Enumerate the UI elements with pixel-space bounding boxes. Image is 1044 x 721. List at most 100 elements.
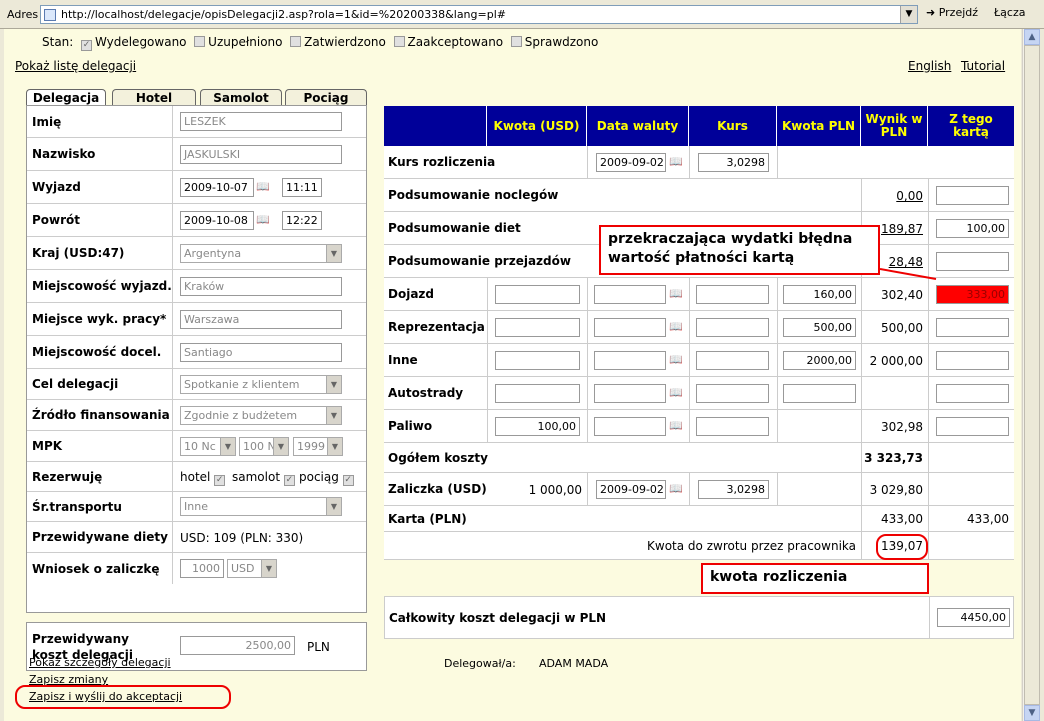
rezerwuje-hotel[interactable]: hotel ✓ xyxy=(180,470,228,486)
inne-rate-input[interactable] xyxy=(696,351,769,370)
calendar-icon[interactable]: 📖 xyxy=(256,180,270,193)
dojazd-karta-input-error[interactable]: 333,00 xyxy=(936,285,1009,304)
mpk-select-2[interactable]: 100 N ▼ xyxy=(239,437,289,456)
dojazd-rate-input[interactable] xyxy=(696,285,769,304)
tutorial-link[interactable]: Tutorial xyxy=(961,59,1005,73)
chevron-down-icon: ▼ xyxy=(327,438,342,455)
calendar-icon[interactable]: 📖 xyxy=(669,287,683,300)
repr-usd-input[interactable] xyxy=(495,318,580,337)
row-karta-pln: Karta (PLN) 433,00 433,00 xyxy=(384,506,1014,532)
row-reprezentacja: Reprezentacja 📖 500,00 500,00 xyxy=(384,311,1014,344)
rezerwuje-pociag[interactable]: pociąg ✓ xyxy=(299,470,357,486)
repr-rate-input[interactable] xyxy=(696,318,769,337)
calendar-icon[interactable]: 📖 xyxy=(669,320,683,333)
diety-label: Podsumowanie diet xyxy=(388,221,521,235)
calendar-icon[interactable]: 📖 xyxy=(669,386,683,399)
repr-pln-input[interactable]: 500,00 xyxy=(783,318,856,337)
mpk-select-1[interactable]: 10 Nc ▼ xyxy=(180,437,236,456)
imie-input[interactable]: LESZEK xyxy=(180,112,342,131)
header-wynik: Wynik w PLN xyxy=(861,106,928,146)
noclegi-wynik-link[interactable]: 0,00 xyxy=(896,189,923,203)
inne-usd-input[interactable] xyxy=(495,351,580,370)
kurs-rozliczenia-rate-input[interactable]: 3,0298 xyxy=(698,153,769,172)
wyjazd-time-input[interactable]: 11:11 xyxy=(282,178,322,197)
show-details-link[interactable]: Pokaż szczegóły delegacji xyxy=(29,656,171,669)
calendar-icon[interactable]: 📖 xyxy=(669,353,683,366)
calkowity-input[interactable]: 4450,00 xyxy=(937,608,1010,627)
zaliczka-date-input[interactable]: 2009-09-02 xyxy=(596,480,666,499)
transport-select[interactable]: Inne ▼ xyxy=(180,497,342,516)
miejsc-wyjazdu-input[interactable]: Kraków xyxy=(180,277,342,296)
kraj-select[interactable]: Argentyna ▼ xyxy=(180,244,342,263)
rezerwuje-samolot[interactable]: samolot ✓ xyxy=(232,470,298,486)
calendar-icon[interactable]: 📖 xyxy=(256,213,270,226)
wyjazd-date-input[interactable]: 2009-10-07 xyxy=(180,178,254,197)
scrollbar-thumb[interactable] xyxy=(1024,45,1040,705)
dojazd-date-input[interactable] xyxy=(594,285,666,304)
zrodlo-select[interactable]: Zgodnie z budżetem ▼ xyxy=(180,406,342,425)
calkowity-label: Całkowity koszt delegacji w PLN xyxy=(389,610,607,625)
powrot-date-input[interactable]: 2009-10-08 xyxy=(180,211,254,230)
repr-wynik: 500,00 xyxy=(881,321,923,335)
paliwo-label: Paliwo xyxy=(388,419,433,433)
calendar-icon[interactable]: 📖 xyxy=(669,155,683,168)
chevron-down-icon: ▼ xyxy=(326,376,341,393)
diety-wynik-link[interactable]: 189,87 xyxy=(881,222,923,236)
chevron-down-icon: ▼ xyxy=(273,438,288,455)
miejsc-docel-input[interactable]: Santiago xyxy=(180,343,342,362)
autostrady-usd-input[interactable] xyxy=(495,384,580,403)
estimated-cost-input[interactable]: 2500,00 xyxy=(180,636,295,655)
address-dropdown-icon[interactable]: ▼ xyxy=(900,6,917,23)
delegowal-label: Delegował/a: xyxy=(444,657,516,670)
autostrady-pln-input[interactable] xyxy=(783,384,856,403)
dojazd-usd-input[interactable] xyxy=(495,285,580,304)
zaliczka-currency-select[interactable]: USD ▼ xyxy=(227,559,277,578)
repr-date-input[interactable] xyxy=(594,318,666,337)
cel-select[interactable]: Spotkanie z klientem ▼ xyxy=(180,375,342,394)
zaliczka-amount-input[interactable]: 1000 xyxy=(180,559,224,578)
row-inne: Inne 📖 2000,00 2 000,00 xyxy=(384,344,1014,377)
paliwo-rate-input[interactable] xyxy=(696,417,769,436)
transport-value: Inne xyxy=(184,500,208,513)
noclegi-label: Podsumowanie noclegów xyxy=(388,188,559,202)
mpk-select-3[interactable]: 1999 ▼ xyxy=(293,437,343,456)
english-link[interactable]: English xyxy=(908,59,951,73)
mpk-value-2: 100 N xyxy=(243,440,276,453)
diety-karta-input[interactable]: 100,00 xyxy=(936,219,1009,238)
paliwo-usd-input[interactable]: 100,00 xyxy=(495,417,580,436)
przejazdy-karta-input[interactable] xyxy=(936,252,1009,271)
autostrady-karta-input[interactable] xyxy=(936,384,1009,403)
inne-pln-input[interactable]: 2000,00 xyxy=(783,351,856,370)
kurs-rozliczenia-date-input[interactable]: 2009-09-02 xyxy=(596,153,666,172)
row-miejsce-pracy: Miejsce wyk. pracy* Warszawa xyxy=(27,303,366,336)
noclegi-karta-input[interactable] xyxy=(936,186,1009,205)
zaliczka-rate-input[interactable]: 3,0298 xyxy=(698,480,769,499)
autostrady-date-input[interactable] xyxy=(594,384,666,403)
paliwo-karta-input[interactable] xyxy=(936,417,1009,436)
karta-pln-wynik: 433,00 xyxy=(881,512,923,526)
scroll-down-icon[interactable]: ▼ xyxy=(1024,705,1040,721)
powrot-time-input[interactable]: 12:22 xyxy=(282,211,322,230)
tab-samolot[interactable]: Samolot xyxy=(200,89,282,106)
calendar-icon[interactable]: 📖 xyxy=(669,419,683,432)
links-button[interactable]: Łącza xyxy=(994,6,1026,19)
karta-pln-label: Karta (PLN) xyxy=(388,511,467,526)
tab-pociag[interactable]: Pociąg xyxy=(285,89,367,106)
repr-karta-input[interactable] xyxy=(936,318,1009,337)
miejsce-pracy-label: Miejsce wyk. pracy* xyxy=(27,303,173,335)
tab-hotel[interactable]: Hotel xyxy=(112,89,196,106)
inne-karta-input[interactable] xyxy=(936,351,1009,370)
paliwo-date-input[interactable] xyxy=(594,417,666,436)
calendar-icon[interactable]: 📖 xyxy=(669,482,683,495)
scroll-up-icon[interactable]: ▲ xyxy=(1024,29,1040,45)
nazwisko-input[interactable]: JASKULSKI xyxy=(180,145,342,164)
ogolem-label: Ogółem koszty xyxy=(388,450,488,465)
address-input[interactable]: http://localhost/delegacje/opisDelegacji… xyxy=(40,5,918,24)
dojazd-pln-input[interactable]: 160,00 xyxy=(783,285,856,304)
inne-date-input[interactable] xyxy=(594,351,666,370)
vertical-scrollbar[interactable]: ▲ ▼ xyxy=(1022,29,1040,721)
go-button[interactable]: ➜ Przejdź xyxy=(926,6,978,19)
autostrady-rate-input[interactable] xyxy=(696,384,769,403)
miejsce-pracy-input[interactable]: Warszawa xyxy=(180,310,342,329)
show-list-link[interactable]: Pokaż listę delegacji xyxy=(15,59,136,73)
